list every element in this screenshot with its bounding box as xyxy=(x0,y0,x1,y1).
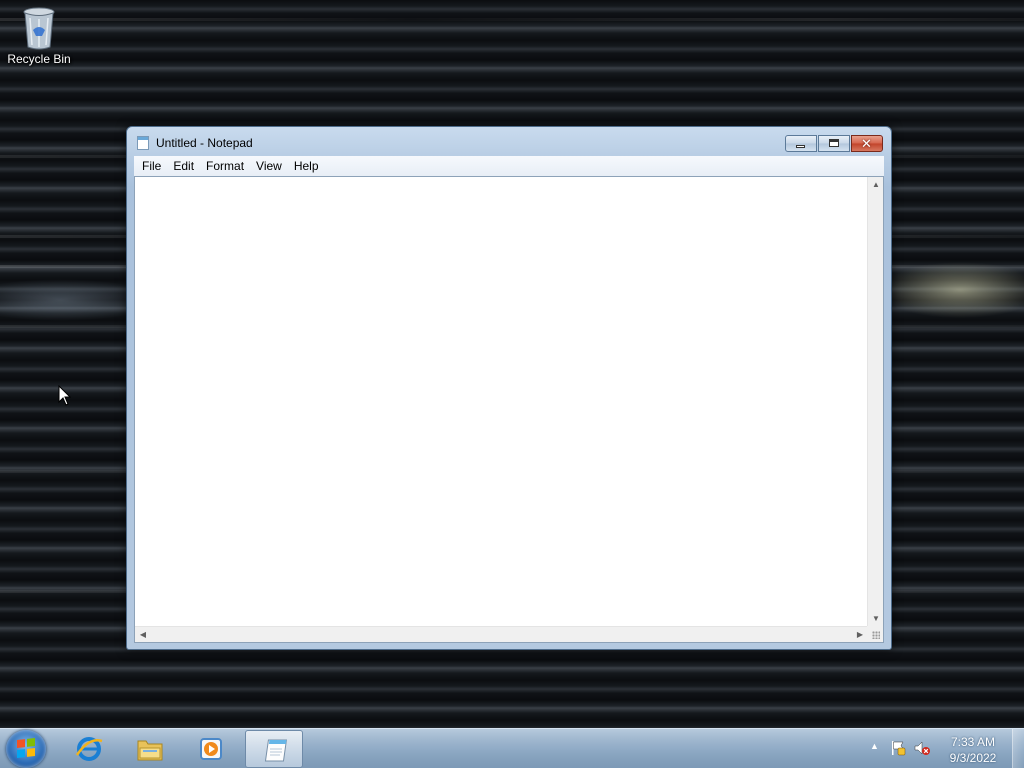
caption-buttons: ✕ xyxy=(784,135,883,153)
recycle-bin-icon xyxy=(23,7,55,50)
show-hidden-icons-arrow[interactable]: ▲ xyxy=(870,741,879,751)
scroll-up-icon[interactable]: ▲ xyxy=(868,177,884,193)
desktop-icon-recycle-bin[interactable]: Recycle Bin xyxy=(4,6,74,76)
desktop-icon-label: Recycle Bin xyxy=(7,52,71,66)
menu-view[interactable]: View xyxy=(250,157,288,175)
menu-help[interactable]: Help xyxy=(288,157,325,175)
taskbar-internet-explorer[interactable] xyxy=(60,730,118,768)
scroll-right-icon[interactable]: ▶ xyxy=(852,627,868,643)
action-center-flag-icon[interactable] xyxy=(890,740,906,756)
title-bar[interactable]: Untitled - Notepad ✕ xyxy=(127,127,891,157)
maximize-icon xyxy=(829,139,839,147)
horizontal-scrollbar[interactable]: ◀ ▶ xyxy=(135,626,868,642)
mouse-cursor-icon xyxy=(58,385,72,406)
scroll-down-icon[interactable]: ▼ xyxy=(868,611,884,627)
taskbar-media-player[interactable] xyxy=(182,730,240,768)
clock-time: 7:33 AM xyxy=(950,735,996,749)
taskbar-windows-explorer[interactable] xyxy=(121,730,179,768)
notepad-icon xyxy=(137,136,149,150)
notepad-icon xyxy=(264,739,288,762)
menu-bar: File Edit Format View Help xyxy=(134,156,884,176)
internet-explorer-icon xyxy=(75,737,103,761)
menu-format[interactable]: Format xyxy=(200,157,250,175)
start-button[interactable] xyxy=(6,730,46,768)
clock-date: 9/3/2022 xyxy=(949,751,997,765)
notepad-window[interactable]: Untitled - Notepad ✕ File Edit Format Vi… xyxy=(126,126,892,650)
show-desktop-button[interactable] xyxy=(1012,729,1024,768)
vertical-scrollbar[interactable]: ▲ ▼ xyxy=(867,177,883,627)
minimize-icon xyxy=(796,145,805,148)
scroll-left-icon[interactable]: ◀ xyxy=(135,627,151,643)
media-player-icon xyxy=(200,738,222,760)
taskbar: ▲ 7:33 AM 9/3/2022 xyxy=(0,728,1024,768)
desktop-streak xyxy=(0,18,1024,21)
size-grip[interactable] xyxy=(867,626,883,642)
menu-edit[interactable]: Edit xyxy=(167,157,200,175)
volume-muted-icon[interactable] xyxy=(914,740,930,756)
editor-area: ▲ ▼ ◀ ▶ xyxy=(134,176,884,643)
taskbar-notepad[interactable] xyxy=(245,730,303,768)
minimize-button[interactable] xyxy=(785,135,817,152)
windows-explorer-icon xyxy=(137,740,163,761)
system-clock[interactable]: 7:33 AM 9/3/2022 xyxy=(940,734,1006,766)
menu-file[interactable]: File xyxy=(136,157,167,175)
text-editor[interactable] xyxy=(135,177,868,627)
windows-logo-icon xyxy=(17,738,35,758)
maximize-button[interactable] xyxy=(818,135,850,152)
close-icon: ✕ xyxy=(861,136,872,151)
window-title: Untitled - Notepad xyxy=(156,136,253,150)
close-button[interactable]: ✕ xyxy=(851,135,883,152)
